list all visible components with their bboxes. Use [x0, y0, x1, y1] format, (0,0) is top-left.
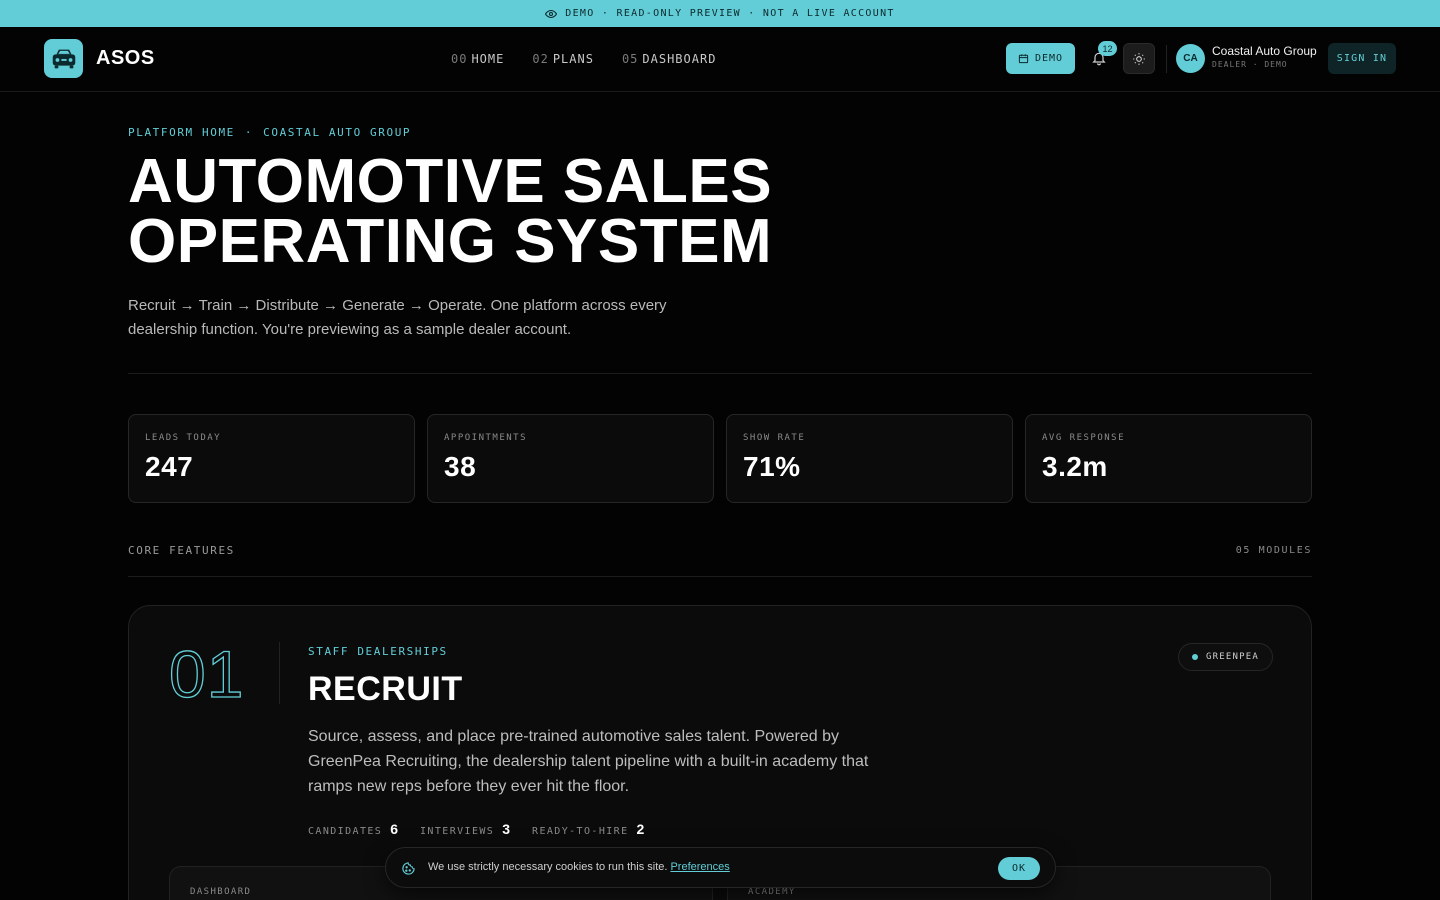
- hero-description: Recruit → Train → Distribute → Generate …: [128, 297, 667, 338]
- metric-candidates: CANDIDATES 6: [308, 821, 398, 837]
- car-icon: [44, 39, 83, 78]
- cookie-message: We use strictly necessary cookies to run…: [428, 861, 668, 873]
- stat-card-avg-response: AVG RESPONSE 3.2m: [1025, 414, 1312, 503]
- nav-plans-label: PLANS: [552, 52, 594, 66]
- metric-ready-to-hire: READY-TO-HIRE 2: [532, 821, 644, 837]
- metric-interviews: INTERVIEWS 3: [420, 821, 510, 837]
- stat-label: LEADS TODAY: [145, 433, 222, 443]
- nav-dashboard-number: 05: [621, 52, 639, 66]
- nav-home[interactable]: 00 HOME: [451, 52, 504, 66]
- nav-home-number: 00: [451, 52, 468, 66]
- feature-metrics: CANDIDATES 6 INTERVIEWS 3 READY-TO-HIRE …: [308, 821, 644, 837]
- sign-in-button[interactable]: SIGN IN: [1328, 43, 1396, 74]
- sun-icon: [1133, 52, 1145, 65]
- feature-kicker: STAFF DEALERSHIPS: [308, 645, 448, 658]
- cookie-preferences-link[interactable]: Preferences: [670, 861, 729, 873]
- demo-button[interactable]: DEMO: [1006, 43, 1075, 74]
- header-divider: [1166, 45, 1167, 73]
- account-name: Coastal Auto Group: [1212, 44, 1317, 58]
- metric-value: 6: [390, 821, 399, 837]
- breadcrumb-separator: ·: [244, 126, 254, 139]
- stat-value: 71%: [743, 451, 801, 482]
- breadcrumb-home[interactable]: PLATFORM HOME: [128, 126, 235, 139]
- metric-value: 2: [636, 821, 645, 837]
- page-title-line-2: OPERATING SYSTEM: [128, 207, 773, 276]
- breadcrumb-account: COASTAL AUTO GROUP: [263, 126, 412, 139]
- panel-label: ACADEMY: [748, 887, 796, 897]
- nav-dashboard[interactable]: 05 DASHBOARD: [622, 52, 716, 66]
- feature-title: RECRUIT: [308, 670, 463, 708]
- section-divider: [128, 576, 1312, 577]
- stat-card-leads: LEADS TODAY 247: [128, 414, 415, 503]
- nav-plans-number: 02: [532, 52, 549, 66]
- cookie-ok-button[interactable]: OK: [998, 857, 1040, 880]
- top-header: ASOS 00 HOME 02 PLANS 05 DASHBOARD DEMO …: [0, 27, 1440, 92]
- demo-banner-text: DEMO · READ-ONLY PREVIEW · NOT A LIVE AC…: [565, 8, 895, 19]
- metric-label: READY-TO-HIRE: [532, 826, 629, 837]
- stat-value: 247: [145, 451, 194, 482]
- logo-text: ASOS: [96, 47, 155, 69]
- partner-label: GREENPEA: [1206, 652, 1259, 662]
- cookie-text: We use strictly necessary cookies to run…: [428, 861, 730, 873]
- cookie-banner: We use strictly necessary cookies to run…: [385, 847, 1056, 888]
- stat-label: SHOW RATE: [743, 433, 806, 443]
- stat-label: AVG RESPONSE: [1042, 433, 1126, 443]
- hero-divider: [128, 373, 1312, 374]
- page-title-line-1: AUTOMOTIVE SALES: [128, 147, 773, 216]
- stat-card-appointments: APPOINTMENTS 38: [427, 414, 714, 503]
- breadcrumb: PLATFORM HOME · COASTAL AUTO GROUP: [128, 126, 411, 139]
- demo-button-label: DEMO: [1034, 53, 1064, 64]
- nav-plans[interactable]: 02 PLANS: [532, 52, 594, 66]
- notification-badge: 12: [1098, 41, 1117, 56]
- demo-banner: DEMO · READ-ONLY PREVIEW · NOT A LIVE AC…: [0, 0, 1440, 27]
- feature-number: 01: [168, 636, 245, 711]
- avatar[interactable]: CA: [1176, 44, 1205, 73]
- calendar-icon: [1018, 54, 1029, 64]
- metric-label: CANDIDATES: [308, 826, 383, 837]
- stat-value: 3.2m: [1042, 451, 1108, 482]
- section-title: CORE FEATURES: [128, 544, 235, 557]
- logo[interactable]: ASOS: [44, 39, 155, 78]
- eye-icon: [545, 9, 558, 18]
- page-title: AUTOMOTIVE SALES OPERATING SYSTEM: [128, 147, 1028, 276]
- feature-divider: [279, 642, 280, 704]
- panel-label: DASHBOARD: [190, 887, 252, 897]
- stats-row: LEADS TODAY 247 APPOINTMENTS 38 SHOW RAT…: [128, 414, 1312, 503]
- module-count: 05 MODULES: [1235, 545, 1312, 556]
- nav-dashboard-label: DASHBOARD: [642, 52, 717, 66]
- metric-label: INTERVIEWS: [420, 826, 495, 837]
- theme-toggle-button[interactable]: [1123, 43, 1155, 74]
- stat-card-show-rate: SHOW RATE 71%: [726, 414, 1013, 503]
- account-role: DEALER · DEMO: [1212, 60, 1288, 69]
- stat-value: 38: [444, 451, 477, 482]
- cookie-icon: [402, 862, 415, 875]
- metric-value: 3: [502, 821, 511, 837]
- nav-home-label: HOME: [471, 52, 505, 66]
- stat-label: APPOINTMENTS: [444, 433, 528, 443]
- status-dot-icon: [1192, 654, 1198, 660]
- partner-chip[interactable]: GREENPEA: [1178, 643, 1273, 671]
- main-nav: 00 HOME 02 PLANS 05 DASHBOARD: [451, 27, 716, 91]
- feature-description: Source, assess, and place pre-trained au…: [308, 728, 869, 795]
